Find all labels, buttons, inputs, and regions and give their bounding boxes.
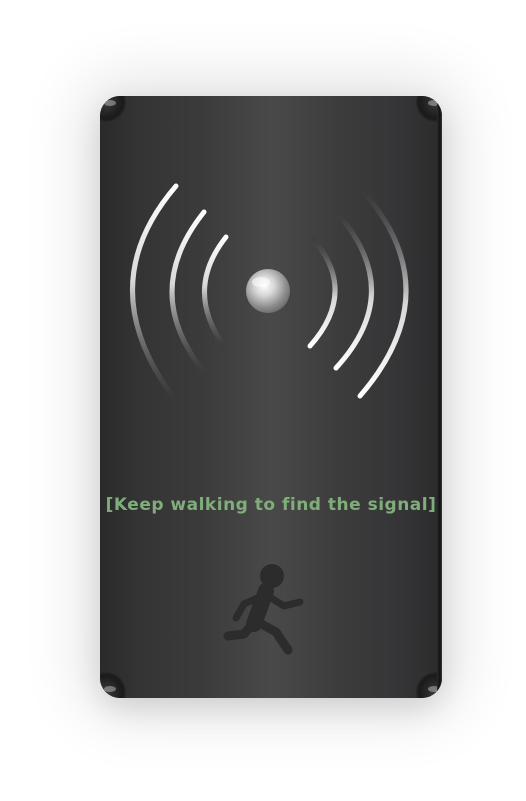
signal-arc-right-outer	[357, 189, 409, 399]
beacon-dot-icon	[246, 269, 290, 313]
signal-arc-left-middle	[169, 209, 207, 375]
signal-finder-device: [Keep walking to find the signal]	[100, 96, 442, 698]
signal-arc-left-inner	[202, 234, 229, 349]
signal-hint-text: [Keep walking to find the signal]	[105, 495, 437, 515]
signal-arc-right-inner	[307, 237, 338, 349]
walking-person-icon	[223, 564, 304, 655]
signal-arc-right-middle	[333, 211, 374, 371]
